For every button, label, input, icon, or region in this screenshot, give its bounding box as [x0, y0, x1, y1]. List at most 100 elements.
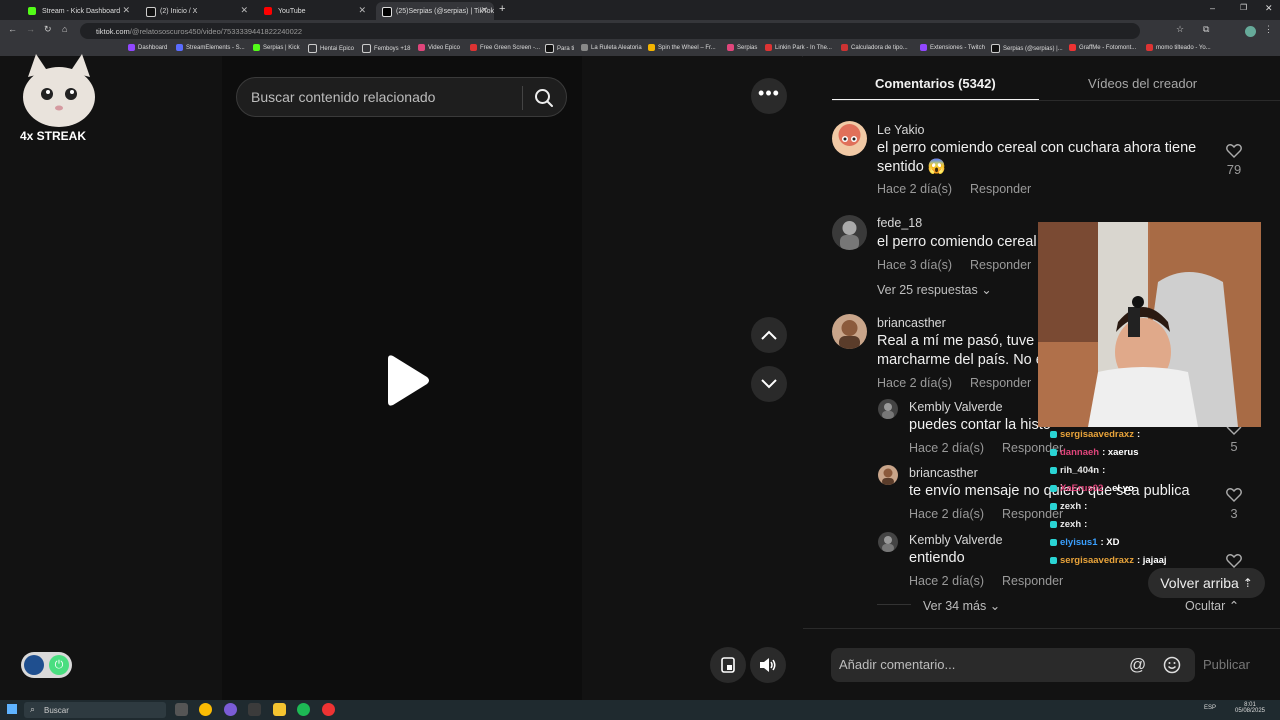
reply-button[interactable]: Responder — [970, 182, 1031, 196]
hide-replies-button[interactable]: Ocultar ⌃ — [1185, 598, 1239, 613]
mini-player-button[interactable] — [710, 647, 746, 683]
bookmark-item[interactable]: GraffMe - Fotomont... — [1069, 44, 1136, 51]
mention-icon[interactable]: @ — [1129, 655, 1146, 675]
comment-username[interactable]: briancasther — [877, 316, 946, 330]
next-video-button[interactable] — [751, 366, 787, 402]
taskbar-search[interactable]: ⌕ Buscar — [24, 702, 166, 718]
bookmark-item[interactable]: Para ti — [545, 44, 574, 53]
reply-button[interactable]: Responder — [1002, 574, 1063, 588]
bookmark-item[interactable]: Serpias — [727, 44, 757, 51]
url-bar[interactable]: tiktok.com/@relatososcuros450/video/7533… — [80, 23, 1140, 39]
close-icon[interactable]: ✕ — [358, 5, 366, 16]
close-icon[interactable]: ✕ — [240, 5, 248, 16]
more-options-button[interactable]: ••• — [751, 78, 787, 114]
bookmark-item[interactable]: StreamElements - S... — [176, 44, 245, 51]
comment-text: marcharme del país. No e — [877, 352, 1044, 368]
comment-meta: Hace 3 día(s) Responder — [877, 258, 1049, 272]
avatar[interactable] — [878, 399, 898, 419]
close-icon[interactable]: ✕ — [122, 5, 130, 16]
publish-button[interactable]: Publicar — [1203, 657, 1250, 672]
avatar[interactable] — [832, 121, 867, 156]
chevron-down-icon — [761, 379, 777, 389]
bookmark-item[interactable]: Serpias (@serpias) |... — [991, 44, 1063, 53]
home-icon[interactable]: ⌂ — [62, 24, 67, 34]
back-to-top-button[interactable]: Volver arriba ⇡ — [1148, 568, 1265, 598]
bookmark-item[interactable]: Linkin Park - In The... — [765, 44, 832, 51]
app-icon[interactable] — [224, 703, 237, 716]
reply-username[interactable]: Kembly Valverde — [909, 400, 1003, 414]
bookmark-item[interactable]: Calculadora de tipo... — [841, 44, 908, 51]
obs-icon[interactable] — [322, 703, 335, 716]
bookmark-item[interactable]: Spin the Wheel – Fr... — [648, 44, 716, 51]
profile-avatar[interactable] — [1245, 26, 1256, 37]
avatar[interactable] — [832, 215, 867, 250]
avatar[interactable] — [878, 532, 898, 552]
bookmark-item[interactable]: Femboys +18 — [362, 44, 411, 53]
chat-username: dannaeh — [1060, 446, 1100, 458]
emoji-icon[interactable] — [1163, 656, 1181, 674]
close-icon[interactable]: ✕ — [480, 5, 488, 16]
search-input[interactable]: Buscar contenido relacionado — [251, 89, 435, 105]
avatar[interactable] — [832, 314, 867, 349]
tabs-divider — [832, 100, 1280, 101]
overlay-toggle[interactable]: ⏻ — [21, 652, 72, 678]
maximize-icon[interactable]: ❐ — [1240, 3, 1247, 12]
heart-icon[interactable] — [1226, 143, 1242, 159]
bookmark-item[interactable]: Extensiones - Twitch — [920, 44, 985, 51]
reply-button[interactable]: Responder — [970, 258, 1031, 272]
bookmark-item[interactable]: La Ruleta Aleatoria — [581, 44, 642, 51]
bookmark-item[interactable]: Dashboard — [128, 44, 167, 51]
tab-youtube[interactable]: YouTube ✕ — [258, 2, 372, 20]
search-icon: ⌕ — [30, 704, 36, 714]
chat-username: XaErus02 — [1060, 482, 1104, 494]
avatar[interactable] — [878, 465, 898, 485]
back-icon[interactable]: ← — [8, 24, 17, 34]
see-more-replies-button[interactable]: Ver 34 más ⌄ — [923, 598, 1000, 613]
view-replies-button[interactable]: Ver 25 respuestas ⌄ — [877, 282, 992, 297]
bookmark-item[interactable]: Free Green Screen -... — [470, 44, 540, 51]
comment-input[interactable]: Añadir comentario... — [839, 657, 955, 672]
tab-x-inicio[interactable]: (2) Inicio / X ✕ — [140, 2, 254, 20]
volume-button[interactable] — [750, 647, 786, 683]
tab-tiktok[interactable]: (25)Serpias (@serpias) | TikTok ✕ — [376, 2, 494, 20]
reply-button[interactable]: Responder — [970, 376, 1031, 390]
extensions-icon[interactable]: ⧉ — [1203, 24, 1209, 35]
clock[interactable]: 8:01 05/08/2025 — [1230, 702, 1270, 714]
app-icon[interactable] — [248, 703, 261, 716]
reply-username[interactable]: briancasther — [909, 466, 978, 480]
spotify-icon[interactable] — [297, 703, 310, 716]
search-bar[interactable]: Buscar contenido relacionado — [236, 77, 567, 117]
close-window-icon[interactable]: ✕ — [1265, 3, 1273, 14]
file-explorer-icon[interactable] — [273, 703, 286, 716]
comment-age: Hace 2 día(s) — [877, 182, 953, 196]
tab-creator-videos[interactable]: Vídeos del creador — [1088, 76, 1197, 91]
play-icon[interactable] — [382, 353, 432, 408]
reload-icon[interactable]: ↻ — [44, 24, 52, 35]
forward-icon[interactable]: → — [26, 24, 35, 34]
language-indicator[interactable]: ESP — [1204, 705, 1216, 711]
bookmark-star-icon[interactable]: ☆ — [1176, 24, 1184, 35]
tab-kick-dashboard[interactable]: Stream - Kick Dashboard ✕ — [22, 2, 136, 20]
bookmark-item[interactable]: Hentai Epico — [308, 44, 354, 53]
bookmark-item[interactable]: momo tilteado - Yo... — [1146, 44, 1211, 51]
comment-composer[interactable]: Añadir comentario... @ — [831, 648, 1195, 682]
reply-meta: Hace 2 día(s) Responder — [909, 574, 1081, 588]
tab-comments[interactable]: Comentarios (5342) — [875, 76, 996, 91]
windows-start-icon[interactable] — [7, 704, 17, 714]
subscriber-badge-icon — [1050, 556, 1057, 564]
new-tab-icon[interactable]: + — [499, 3, 505, 15]
stream-chat-overlay: sergisaavedraxz: dannaeh: xaerus rih_404n:… — [1050, 425, 1230, 569]
comment-username[interactable]: Le Yakio — [877, 123, 925, 137]
task-view-icon[interactable] — [175, 703, 188, 716]
comment-text: sentido 😱 — [877, 159, 946, 175]
bookmark-item[interactable]: Video Epico — [418, 44, 460, 51]
comment-username[interactable]: fede_18 — [877, 216, 922, 230]
chrome-icon[interactable] — [199, 703, 212, 716]
search-icon[interactable] — [534, 88, 554, 108]
webcam-overlay — [1038, 222, 1261, 427]
reply-username[interactable]: Kembly Valverde — [909, 533, 1003, 547]
minimize-icon[interactable]: – — [1210, 3, 1215, 13]
previous-video-button[interactable] — [751, 317, 787, 353]
menu-icon[interactable]: ⋮ — [1264, 24, 1273, 35]
bookmark-item[interactable]: Serpias | Kick — [253, 44, 300, 51]
